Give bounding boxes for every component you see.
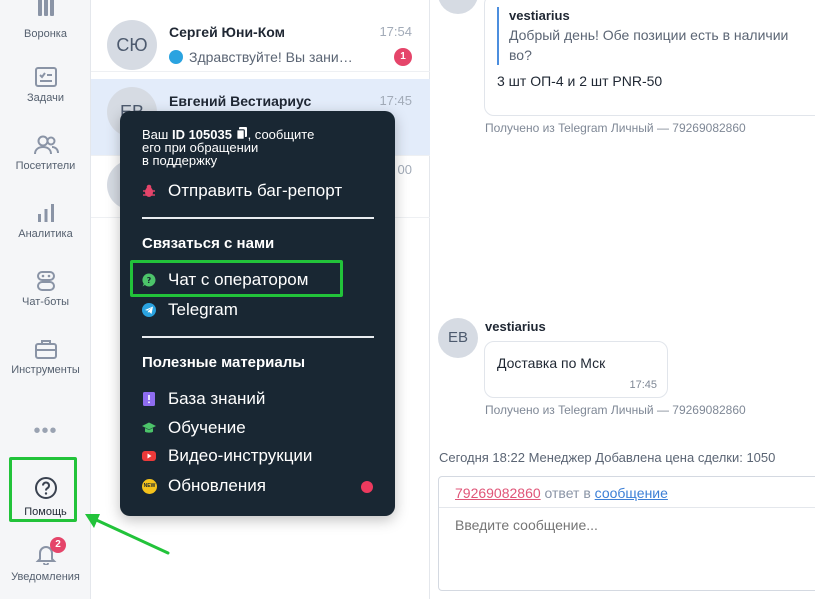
chatbot-icon — [36, 271, 55, 291]
chat-preview: Здравствуйте! Вы зани… — [169, 49, 369, 65]
sender-name: vestiarius — [485, 319, 546, 334]
message-text: Доставка по Мск — [497, 355, 606, 371]
message-text: 3 шт ОП-4 и 2 шт PNR-50 — [497, 73, 663, 89]
nav-item-tools[interactable]: Инструменты — [0, 338, 91, 376]
graduation-cap-icon — [142, 422, 156, 433]
telegram-label: Telegram — [168, 300, 238, 319]
composer-divider — [439, 507, 815, 508]
help-popup: Ваш ID 105035 , сообщите его при обращен… — [120, 111, 395, 516]
chat-bubble-icon: ? — [142, 273, 156, 287]
nav-label: Аналитика — [18, 228, 73, 240]
nav-label: Уведомления — [11, 571, 80, 583]
quote-text: Добрый день! Обе позиции есть в наличии — [509, 27, 789, 43]
nav-item-chatbots[interactable]: Чат-боты — [0, 270, 91, 308]
chat-name: Сергей Юни-Ком — [169, 24, 285, 40]
updates-label: Обновления — [168, 476, 266, 495]
contact-heading: Связаться с нами — [142, 235, 275, 252]
message-input[interactable] — [455, 517, 795, 533]
help-icon — [34, 477, 57, 499]
reply-phone-link[interactable]: 79269082860 — [455, 485, 541, 501]
message-time: 17:45 — [629, 379, 657, 391]
materials-heading: Полезные материалы — [142, 354, 306, 371]
video-label: Видео-инструкции — [168, 446, 313, 465]
nav-label: Помощь — [24, 506, 67, 518]
avatar: EB — [438, 318, 478, 358]
nav-label: Задачи — [27, 92, 64, 104]
popup-divider — [142, 336, 374, 338]
bug-icon — [143, 184, 155, 197]
message-source: Получено из Telegram Личный — 7926908286… — [485, 121, 746, 135]
unread-dot — [361, 481, 373, 493]
nav-item-funnel[interactable]: Воронка — [0, 0, 91, 40]
nav-item-visitors[interactable]: Посетители — [0, 134, 91, 172]
tasks-icon — [34, 67, 57, 87]
quote-text: во? — [509, 47, 532, 63]
nav-item-tasks[interactable]: Задачи — [0, 66, 91, 104]
chat-time: 00 — [397, 162, 412, 177]
support-id-text-3: в поддержку — [142, 153, 218, 168]
svg-text:?: ? — [147, 276, 152, 285]
avatar — [438, 0, 478, 14]
visitors-icon — [33, 135, 59, 155]
nav-item-analytics[interactable]: Аналитика — [0, 202, 91, 240]
book-icon — [143, 392, 155, 406]
message-composer: 79269082860 ответ в сообщение — [438, 476, 815, 591]
system-event: Сегодня 18:22 Менеджер Добавлена цена сд… — [439, 450, 776, 465]
nav-label: Инструменты — [11, 364, 80, 376]
unread-badge: 1 — [394, 48, 412, 66]
copy-icon[interactable] — [235, 127, 248, 140]
reply-context: 79269082860 ответ в сообщение — [455, 485, 668, 501]
message-bubble: Доставка по Мск 17:45 — [484, 341, 668, 398]
notifications-badge: 2 — [50, 537, 66, 553]
nav-label: Воронка — [24, 28, 67, 40]
telegram-icon — [169, 50, 183, 64]
reply-message-link[interactable]: сообщение — [595, 485, 668, 501]
reply-middle-text: ответ в — [540, 485, 595, 501]
nav-label: Чат-боты — [21, 296, 70, 308]
chat-row[interactable]: СЮ Сергей Юни-Ком 17:54 Здравствуйте! Вы… — [91, 0, 430, 72]
quoted-message: vestiarius Добрый день! Обе позиции есть… — [497, 7, 788, 65]
quote-author: vestiarius — [509, 8, 570, 23]
chat-time: 17:54 — [379, 24, 412, 39]
annotation-arrow-icon — [85, 514, 170, 555]
chat-time: 17:45 — [379, 93, 412, 108]
toolbox-icon — [34, 340, 57, 359]
chat-name: Евгений Вестиариус — [169, 93, 312, 109]
funnel-icon — [37, 0, 54, 16]
popup-divider — [142, 217, 374, 219]
operator-chat-label: Чат с оператором — [168, 270, 309, 289]
more-icon[interactable]: ••• — [0, 420, 91, 443]
nav-label: Посетители — [15, 160, 76, 172]
new-badge-icon: NEW — [142, 479, 157, 494]
left-nav: Воронка Задачи Посетители Аналитика Чат-… — [0, 0, 91, 599]
message-bubble: vestiarius Добрый день! Обе позиции есть… — [484, 0, 815, 116]
avatar: СЮ — [107, 20, 157, 70]
nav-item-help[interactable]: Помощь — [0, 476, 91, 518]
chat-preview-text: Здравствуйте! Вы зани… — [189, 49, 353, 65]
nav-item-notifications[interactable]: Уведомления — [0, 543, 91, 583]
message-source: Получено из Telegram Личный — 7926908286… — [485, 403, 746, 417]
telegram-icon — [142, 303, 156, 317]
knowledge-base-label: База знаний — [168, 389, 266, 408]
analytics-icon — [37, 204, 54, 222]
video-play-icon — [142, 451, 156, 461]
training-label: Обучение — [168, 418, 246, 437]
bug-report-label: Отправить баг-репорт — [168, 181, 343, 200]
